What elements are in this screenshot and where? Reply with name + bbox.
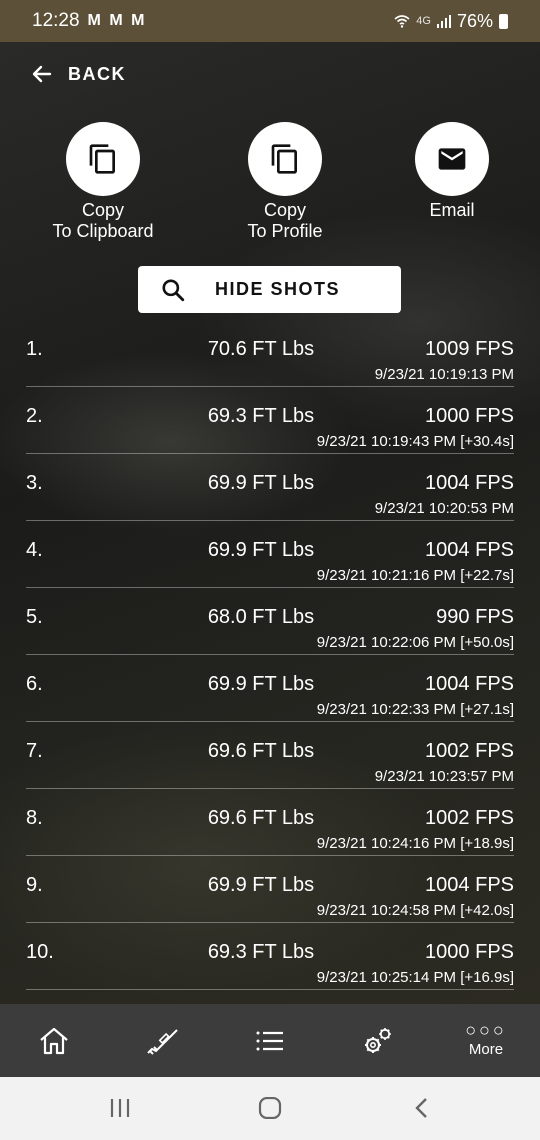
copy-to-profile-button[interactable]: Copy To Profile (215, 122, 355, 242)
shot-number: 10. (26, 941, 54, 963)
shot-timestamp: 9/23/21 10:21:16 PM [+22.7s] (316, 567, 514, 584)
more-label: More (468, 1041, 504, 1058)
recents-icon (110, 1099, 130, 1117)
status-right: 4G 76% (394, 11, 508, 32)
shot-velocity: 1004 FPS (425, 673, 514, 695)
shot-number: 8. (26, 807, 43, 829)
shot-timestamp: 9/23/21 10:20:53 PM (374, 500, 514, 517)
shot-row[interactable]: 9. 69.9 FT Lbs 1004 FPS 9/23/21 10:24:58… (26, 856, 514, 923)
email-label: Email (429, 200, 475, 220)
mail-icon (438, 148, 466, 170)
recents-button[interactable] (108, 1097, 132, 1124)
signal-icon (436, 15, 451, 28)
status-time: 12:28 (32, 10, 80, 31)
back-label: BACK (68, 63, 126, 84)
shot-history-screen: BACK Copy To Clipboard Copy To Profile E… (0, 42, 540, 1004)
shot-energy: 68.0 FT Lbs (207, 606, 315, 628)
rifle-icon (147, 1028, 178, 1055)
back-chevron-icon (415, 1098, 427, 1118)
shot-timestamp: 9/23/21 10:23:57 PM (374, 768, 514, 785)
shot-row[interactable]: 2. 69.3 FT Lbs 1000 FPS 9/23/21 10:19:43… (26, 387, 514, 454)
shot-velocity: 1002 FPS (425, 807, 514, 829)
shot-velocity: 1002 FPS (425, 740, 514, 762)
shot-velocity: 1000 FPS (425, 405, 514, 427)
network-type: 4G (416, 15, 431, 27)
settings-icon (365, 1027, 391, 1053)
shot-energy: 69.3 FT Lbs (207, 941, 315, 963)
shot-energy: 69.3 FT Lbs (207, 405, 315, 427)
nav-settings[interactable] (324, 1004, 432, 1077)
copy-to-clipboard-button[interactable]: Copy To Clipboard (33, 122, 173, 242)
copy-profile-circle (248, 122, 322, 196)
more-icon: ○○○ (465, 1020, 507, 1040)
shot-number: 2. (26, 405, 43, 427)
shot-list: 1. 70.6 FT Lbs 1009 FPS 9/23/21 10:19:13… (26, 320, 514, 990)
shot-row[interactable]: 4. 69.9 FT Lbs 1004 FPS 9/23/21 10:21:16… (26, 521, 514, 588)
email-circle (415, 122, 489, 196)
shot-number: 9. (26, 874, 43, 896)
copy-to-clipboard-label: Copy To Clipboard (52, 200, 154, 241)
home-system-button[interactable] (258, 1096, 282, 1124)
hide-shots-button[interactable]: HIDE SHOTS (138, 266, 401, 313)
battery-percent: 76% (456, 10, 493, 31)
copy-clipboard-circle (66, 122, 140, 196)
shot-row[interactable]: 6. 69.9 FT Lbs 1004 FPS 9/23/21 10:22:33… (26, 655, 514, 722)
shot-timestamp: 9/23/21 10:24:58 PM [+42.0s] (316, 902, 514, 919)
shot-timestamp: 9/23/21 10:25:14 PM [+16.9s] (316, 969, 514, 986)
shot-row[interactable]: 5. 68.0 FT Lbs 990 FPS 9/23/21 10:22:06 … (26, 588, 514, 655)
status-bar: 12:28 M M M 4G 76% (0, 0, 540, 42)
wifi-icon (394, 15, 410, 28)
hide-shots-label: HIDE SHOTS (214, 279, 340, 299)
shot-velocity: 990 FPS (436, 606, 514, 628)
back-system-button[interactable] (410, 1097, 434, 1124)
shot-number: 5. (26, 606, 43, 628)
search-icon (162, 278, 185, 301)
shot-row[interactable]: 1. 70.6 FT Lbs 1009 FPS 9/23/21 10:19:13… (26, 320, 514, 387)
nav-home[interactable] (0, 1004, 108, 1077)
shot-row[interactable]: 8. 69.6 FT Lbs 1002 FPS 9/23/21 10:24:16… (26, 789, 514, 856)
nav-more[interactable]: ○○○ More (432, 1004, 540, 1077)
shot-energy: 69.9 FT Lbs (207, 673, 315, 695)
shot-energy: 69.6 FT Lbs (207, 740, 315, 762)
shot-energy: 69.9 FT Lbs (207, 472, 315, 494)
shot-velocity: 1004 FPS (425, 874, 514, 896)
copy-icon (271, 144, 297, 174)
system-navigation-bar (0, 1077, 540, 1140)
home-icon (40, 1027, 68, 1054)
shot-number: 7. (26, 740, 43, 762)
list-icon (256, 1031, 283, 1050)
battery-icon (499, 13, 508, 29)
shot-energy: 69.9 FT Lbs (207, 539, 315, 561)
shot-number: 6. (26, 673, 43, 695)
shot-velocity: 1004 FPS (425, 539, 514, 561)
shot-row[interactable]: 10. 69.3 FT Lbs 1000 FPS 9/23/21 10:25:1… (26, 923, 514, 990)
back-button[interactable]: BACK (30, 62, 126, 86)
shot-energy: 69.6 FT Lbs (207, 807, 315, 829)
shot-timestamp: 9/23/21 10:19:43 PM [+30.4s] (316, 433, 514, 450)
copy-icon (89, 144, 115, 174)
shot-number: 3. (26, 472, 43, 494)
shot-number: 4. (26, 539, 43, 561)
shot-timestamp: 9/23/21 10:22:06 PM [+50.0s] (316, 634, 514, 651)
arrow-left-icon (32, 65, 52, 83)
shot-timestamp: 9/23/21 10:24:16 PM [+18.9s] (316, 835, 514, 852)
shot-number: 1. (26, 338, 43, 360)
shot-velocity: 1004 FPS (425, 472, 514, 494)
home-circle-icon (258, 1096, 282, 1120)
action-row: Copy To Clipboard Copy To Profile Email (0, 122, 540, 252)
copy-to-profile-label: Copy To Profile (247, 200, 323, 241)
shot-energy: 69.9 FT Lbs (207, 874, 315, 896)
gmail-notification-icon: M M M (87, 12, 147, 29)
shot-row[interactable]: 7. 69.6 FT Lbs 1002 FPS 9/23/21 10:23:57… (26, 722, 514, 789)
nav-rifle[interactable] (108, 1004, 216, 1077)
shot-energy: 70.6 FT Lbs (207, 338, 315, 360)
shot-timestamp: 9/23/21 10:19:13 PM (374, 366, 514, 383)
shot-row[interactable]: 3. 69.9 FT Lbs 1004 FPS 9/23/21 10:20:53… (26, 454, 514, 521)
email-button[interactable]: Email (382, 122, 522, 221)
nav-list[interactable] (216, 1004, 324, 1077)
shot-velocity: 1009 FPS (425, 338, 514, 360)
shot-timestamp: 9/23/21 10:22:33 PM [+27.1s] (316, 701, 514, 718)
shot-velocity: 1000 FPS (425, 941, 514, 963)
bottom-navigation: ○○○ More (0, 1004, 540, 1077)
